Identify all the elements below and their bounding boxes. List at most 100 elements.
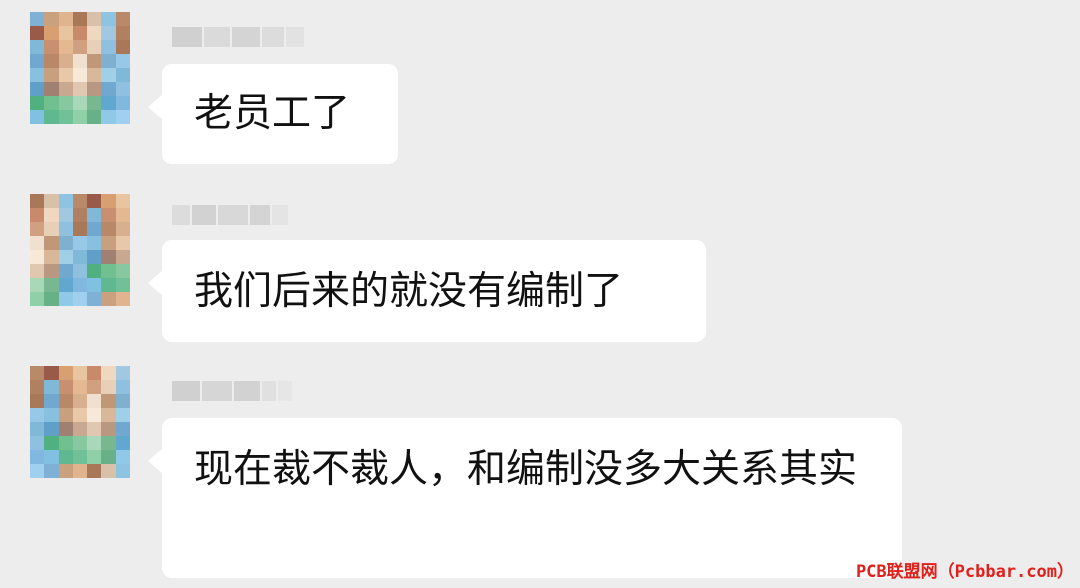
sender-name-blurred	[172, 200, 288, 230]
avatar-pixel	[115, 82, 130, 96]
avatar-pixel	[72, 222, 88, 236]
avatar-pixel	[58, 380, 73, 394]
avatar-pixel	[101, 278, 116, 292]
avatar-pixel	[30, 40, 45, 54]
avatar[interactable]	[30, 12, 130, 124]
avatar-pixel	[115, 40, 130, 54]
avatar-pixel	[115, 450, 130, 464]
message-bubble[interactable]: 老员工了	[148, 64, 398, 164]
avatar-pixel	[72, 40, 88, 54]
avatar-pixel	[87, 408, 102, 422]
avatar-pixel	[101, 264, 116, 278]
avatar-pixel	[44, 278, 59, 292]
avatar-pixel	[115, 54, 130, 68]
avatar-pixel	[87, 54, 102, 68]
avatar-pixel	[115, 236, 130, 250]
avatar-pixel	[115, 264, 130, 278]
avatar-pixel	[58, 68, 73, 82]
avatar-pixel	[30, 68, 45, 82]
avatar-pixel	[58, 264, 73, 278]
avatar-pixel	[101, 394, 116, 408]
avatar-pixel	[72, 194, 88, 208]
avatar-pixel	[30, 250, 45, 264]
avatar-pixel	[101, 12, 116, 26]
avatar-pixel	[87, 394, 102, 408]
avatar-pixel	[101, 208, 116, 222]
avatar-pixel	[87, 278, 102, 292]
avatar-pixel	[30, 194, 45, 208]
avatar-pixel	[30, 26, 45, 40]
avatar-pixel	[101, 222, 116, 236]
avatar-pixel	[101, 40, 116, 54]
avatar-pixel	[87, 194, 102, 208]
avatar-pixel	[58, 26, 73, 40]
avatar-pixel	[58, 278, 73, 292]
avatar[interactable]	[30, 366, 130, 478]
avatar-pixel	[30, 54, 45, 68]
avatar-pixel	[72, 236, 88, 250]
avatar-pixel	[87, 366, 102, 380]
avatar-pixel	[87, 264, 102, 278]
message-bubble[interactable]: 现在裁不裁人，和编制没多大关系其实	[148, 418, 902, 578]
avatar-pixel	[44, 250, 59, 264]
avatar-pixel	[115, 12, 130, 26]
avatar-pixel	[87, 82, 102, 96]
avatar-pixel	[44, 26, 59, 40]
avatar-pixel	[58, 12, 73, 26]
watermark: PCB联盟网（Pcbbar.com）	[855, 562, 1074, 582]
avatar-pixel	[44, 194, 59, 208]
avatar-pixel	[101, 26, 116, 40]
avatar-pixel	[72, 110, 88, 124]
avatar-pixel	[72, 96, 88, 110]
avatar-pixel	[72, 26, 88, 40]
avatar-pixel	[58, 464, 73, 478]
avatar-pixel	[101, 250, 116, 264]
message-text: 我们后来的就没有编制了	[194, 269, 624, 314]
avatar-pixel	[30, 82, 45, 96]
avatar-pixel	[58, 82, 73, 96]
avatar-pixel	[87, 292, 102, 306]
message-bubble[interactable]: 我们后来的就没有编制了	[148, 240, 706, 342]
avatar-pixel	[87, 250, 102, 264]
avatar-pixel	[44, 422, 59, 436]
avatar-pixel	[58, 54, 73, 68]
avatar-pixel	[30, 366, 45, 380]
avatar-pixel	[44, 236, 59, 250]
avatar[interactable]	[30, 194, 130, 306]
avatar-pixel	[30, 422, 45, 436]
avatar-pixel	[58, 250, 73, 264]
avatar-pixel	[30, 96, 45, 110]
avatar-pixel	[72, 464, 88, 478]
avatar-pixel	[30, 264, 45, 278]
avatar-pixel	[87, 380, 102, 394]
avatar-pixel	[44, 366, 59, 380]
avatar-pixel	[101, 236, 116, 250]
avatar-pixel	[58, 194, 73, 208]
avatar-pixel	[44, 82, 59, 96]
avatar-pixel	[87, 222, 102, 236]
avatar-pixel	[44, 408, 59, 422]
avatar-pixel	[115, 380, 130, 394]
avatar-pixel	[72, 54, 88, 68]
avatar-pixel	[72, 292, 88, 306]
avatar-pixel	[115, 292, 130, 306]
avatar-pixel	[72, 68, 88, 82]
avatar-pixel	[30, 236, 45, 250]
avatar-pixel	[101, 110, 116, 124]
avatar-pixel	[44, 292, 59, 306]
avatar-pixel	[72, 264, 88, 278]
avatar-pixel	[30, 278, 45, 292]
avatar-pixel	[30, 394, 45, 408]
sender-name-blurred	[172, 376, 292, 406]
avatar-pixel	[101, 366, 116, 380]
avatar-pixel	[58, 110, 73, 124]
avatar-pixel	[72, 250, 88, 264]
avatar-pixel	[101, 82, 116, 96]
avatar-pixel	[30, 464, 45, 478]
avatar-pixel	[115, 250, 130, 264]
avatar-pixel	[115, 208, 130, 222]
avatar-pixel	[87, 422, 102, 436]
avatar-pixel	[115, 68, 130, 82]
avatar-pixel	[101, 68, 116, 82]
avatar-pixel	[30, 12, 45, 26]
